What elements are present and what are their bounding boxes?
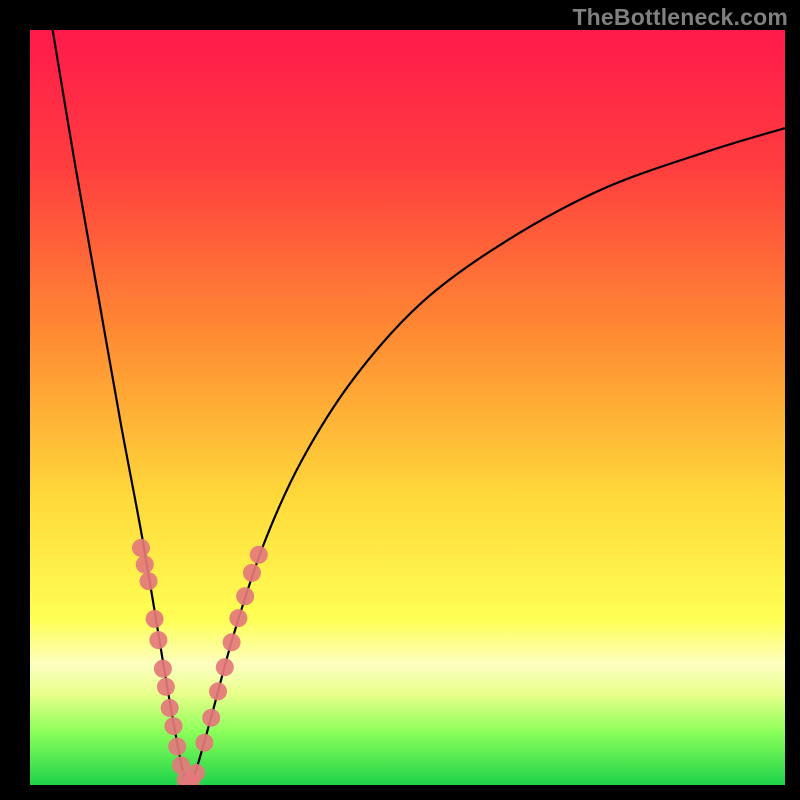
- scatter-dot: [250, 546, 268, 564]
- scatter-dot: [187, 764, 205, 782]
- scatter-dot: [209, 682, 227, 700]
- watermark-text: TheBottleneck.com: [572, 4, 788, 31]
- curve-layer: [30, 30, 785, 785]
- scatter-dot: [136, 556, 154, 574]
- scatter-dot: [161, 699, 179, 717]
- scatter-dot: [216, 658, 234, 676]
- scatter-dot: [168, 738, 186, 756]
- plot-area: [30, 30, 785, 785]
- scatter-dot: [195, 734, 213, 752]
- scatter-dot: [243, 564, 261, 582]
- scatter-dot: [154, 660, 172, 678]
- scatter-dot: [223, 633, 241, 651]
- scatter-group: [132, 539, 268, 785]
- scatter-dot: [132, 539, 150, 557]
- scatter-dot: [157, 678, 175, 696]
- scatter-dot: [229, 609, 247, 627]
- scatter-dot: [149, 631, 167, 649]
- scatter-dot: [164, 717, 182, 735]
- scatter-dot: [146, 610, 164, 628]
- scatter-dot: [236, 587, 254, 605]
- scatter-dot: [202, 709, 220, 727]
- chart-frame: TheBottleneck.com: [0, 0, 800, 800]
- scatter-dot: [140, 572, 158, 590]
